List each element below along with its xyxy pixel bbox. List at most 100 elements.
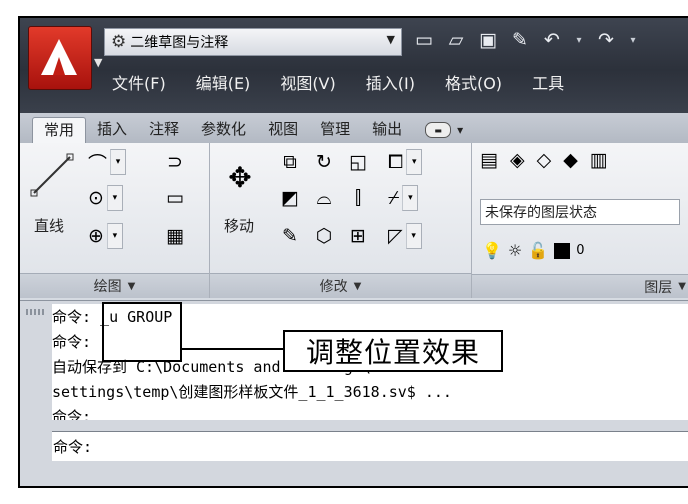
chevron-down-icon: ▼ — [127, 280, 136, 292]
callout-leader-line — [182, 348, 283, 350]
spline-icon: ⊃ — [167, 151, 183, 173]
gear-icon: ⚙ — [111, 32, 127, 52]
menu-view[interactable]: 视图(V) — [280, 70, 335, 94]
line-label: 直线 — [34, 217, 65, 235]
command-input[interactable]: 命令: — [52, 431, 688, 461]
layers-panel-footer[interactable]: 图层 ▼ — [472, 274, 688, 298]
move-tool-button[interactable]: ✥ — [218, 155, 262, 199]
menu-file[interactable]: 文件(F) — [112, 70, 166, 94]
save-icon[interactable]: ▣ — [476, 28, 500, 52]
explode-icon: ⬡ — [315, 225, 333, 247]
layer-isolate-icon[interactable]: ◇ — [537, 149, 552, 171]
autocad-window: ▼ ⚙ 二维草图与注释 ▼ ▭ ▱ ▣ ✎ ↶ ▾ ↷ ▾ 文件(F) 编辑(E… — [18, 16, 688, 488]
redo-dropdown-icon[interactable]: ▾ — [626, 28, 640, 52]
explode-button[interactable]: ⬡ — [310, 223, 338, 249]
hatch-button[interactable]: ▦ — [160, 223, 190, 249]
copy-button[interactable]: ⧉ — [276, 149, 304, 175]
spline-button[interactable]: ⊃ — [160, 149, 190, 175]
layer-color-swatch — [554, 242, 571, 259]
chevron-down-icon[interactable]: ▾ — [106, 223, 123, 249]
history-line: settings\temp\创建图形样板文件_1_1_3618.sv$ ... — [52, 383, 452, 401]
callout-label: 调整位置效果 — [283, 330, 503, 372]
tab-annotate[interactable]: 注释 — [138, 117, 190, 143]
rotate-icon: ↻ — [316, 151, 332, 173]
menu-edit[interactable]: 编辑(E) — [196, 70, 251, 94]
tab-insert[interactable]: 插入 — [86, 117, 138, 143]
chevron-down-icon: ▼ — [386, 33, 395, 46]
scale-icon: ◱ — [349, 151, 367, 173]
current-layer-control[interactable]: 💡 ☼ 🔓 0 — [482, 241, 584, 260]
erase-button[interactable]: ✎ — [276, 223, 304, 249]
layer-more-icon[interactable]: ▥ — [590, 149, 608, 171]
menu-tools[interactable]: 工具 — [532, 70, 564, 94]
ribbon-minimize-control[interactable]: ▬ ▾ — [425, 117, 463, 143]
chevron-down-icon: ▼ — [353, 280, 362, 292]
copy-icon: ⧉ — [283, 151, 297, 173]
menu-insert[interactable]: 插入(I) — [366, 70, 415, 94]
chevron-down-icon[interactable]: ▾ — [405, 223, 422, 249]
array-button[interactable]: ⊞ — [344, 223, 372, 249]
array-icon: ⊞ — [350, 225, 366, 247]
chevron-down-icon: ▾ — [457, 123, 464, 137]
polyline-button[interactable]: ⌒ ▾ — [88, 149, 127, 175]
lightbulb-icon: 💡 — [482, 241, 502, 260]
line-icon — [30, 153, 74, 197]
new-icon[interactable]: ▭ — [412, 28, 436, 52]
app-menu-dropdown-icon[interactable]: ▼ — [94, 56, 102, 69]
undo-icon[interactable]: ↶ — [540, 28, 564, 52]
undo-dropdown-icon[interactable]: ▾ — [572, 28, 586, 52]
line-tool-button[interactable] — [28, 149, 76, 201]
scale-button[interactable]: ◱ — [344, 149, 372, 175]
layer-state-combo[interactable]: 未保存的图层状态 — [480, 199, 680, 225]
draw-panel: 直线 ⌒ ▾ ⊃ ⊙ ▾ ▭ ⊕ ▾ ▦ 绘图 ▼ — [20, 143, 210, 298]
chevron-down-icon[interactable]: ▾ — [106, 185, 123, 211]
circle-button[interactable]: ⊙ ▾ — [88, 185, 123, 211]
redo-icon[interactable]: ↷ — [594, 28, 618, 52]
workspace-selector[interactable]: ⚙ 二维草图与注释 ▼ — [104, 28, 402, 56]
unlock-icon: 🔓 — [528, 241, 549, 260]
mirror-button[interactable]: ⫿ — [344, 185, 372, 211]
title-bar: ▼ ⚙ 二维草图与注释 ▼ ▭ ▱ ▣ ✎ ↶ ▾ ↷ ▾ 文件(F) 编辑(E… — [20, 18, 688, 113]
stretch-button[interactable]: ⧠ ▾ — [388, 149, 423, 175]
tab-parametric[interactable]: 参数化 — [190, 117, 257, 143]
hatch-icon: ▦ — [166, 225, 184, 247]
tab-view[interactable]: 视图 — [257, 117, 309, 143]
open-icon[interactable]: ▱ — [444, 28, 468, 52]
menu-bar: 文件(F) 编辑(E) 视图(V) 插入(I) 格式(O) 工具 — [112, 70, 564, 94]
stretch-icon: ⧠ — [388, 151, 404, 173]
layer-state-icon[interactable]: ◈ — [510, 149, 525, 171]
layer-properties-icon[interactable]: ▤ — [480, 149, 498, 171]
trim-icon: ⌿ — [388, 187, 400, 209]
fillet-button[interactable]: ⌓ — [310, 185, 338, 211]
layers-panel: ▤ ◈ ◇ ◆ ▥ 未保存的图层状态 💡 ☼ 🔓 0 图层 ▼ — [472, 143, 688, 298]
grip-handle-icon[interactable] — [26, 309, 44, 315]
polyline-icon: ⌒ — [88, 152, 108, 175]
chevron-down-icon[interactable]: ▾ — [110, 149, 127, 175]
draw-panel-footer[interactable]: 绘图 ▼ — [20, 273, 209, 298]
trim-button[interactable]: ⌿ ▾ — [388, 185, 419, 211]
layer-unisolate-icon[interactable]: ◆ — [563, 149, 578, 171]
chamfer-button[interactable]: ◸ ▾ — [388, 223, 422, 249]
modify-panel-footer[interactable]: 修改 ▼ — [210, 273, 471, 298]
layer-tool-row: ▤ ◈ ◇ ◆ ▥ — [480, 149, 608, 171]
ribbon-tab-bar: 常用 插入 注释 参数化 视图 管理 输出 ▬ ▾ — [20, 113, 688, 144]
application-menu-button[interactable] — [28, 26, 92, 90]
chevron-down-icon[interactable]: ▾ — [402, 185, 419, 211]
tab-home[interactable]: 常用 — [32, 117, 87, 143]
tab-manage[interactable]: 管理 — [309, 117, 361, 143]
move-label: 移动 — [224, 217, 255, 235]
rectangle-icon: ▭ — [166, 187, 184, 209]
tab-output[interactable]: 输出 — [361, 117, 413, 143]
history-line: 命令: — [52, 408, 92, 420]
rectangle-button[interactable]: ▭ — [160, 185, 190, 211]
saveas-icon[interactable]: ✎ — [508, 28, 532, 52]
menu-format[interactable]: 格式(O) — [445, 70, 502, 94]
chevron-down-icon[interactable]: ▾ — [406, 149, 423, 175]
ellipse-button[interactable]: ⊕ ▾ — [88, 223, 123, 249]
offset-icon: ◩ — [281, 187, 299, 209]
offset-button[interactable]: ◩ — [276, 185, 304, 211]
rotate-button[interactable]: ↻ — [310, 149, 338, 175]
sun-icon: ☼ — [507, 241, 523, 260]
callout-highlight-box — [102, 302, 182, 362]
ribbon: 直线 ⌒ ▾ ⊃ ⊙ ▾ ▭ ⊕ ▾ ▦ 绘图 ▼ ✥ 移动 ⧉ ↻ ◱ ⧠ ▾… — [20, 143, 688, 298]
